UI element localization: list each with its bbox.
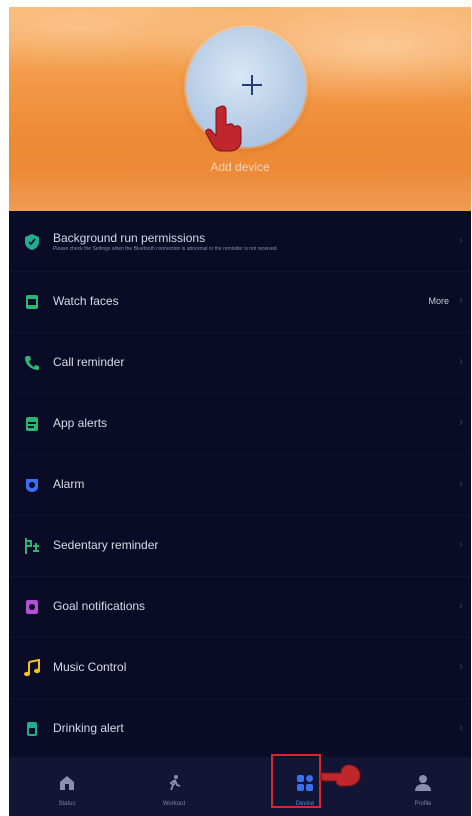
background-permissions-description: Please check the Settings when the Bluet…	[53, 246, 278, 252]
list-item-background-permissions[interactable]: Background run permissions Please check …	[9, 211, 471, 272]
person-icon	[415, 775, 431, 791]
music-control-label: Music Control	[53, 660, 127, 674]
app-alerts-label: App alerts	[53, 416, 108, 430]
list-item-goal-notifications[interactable]: Goal notifications ›	[9, 577, 471, 638]
chevron-right-icon: ›	[459, 537, 463, 551]
chevron-right-icon: ›	[459, 476, 463, 490]
music-note-icon	[23, 659, 41, 677]
list-item-music-control[interactable]: Music Control ›	[9, 638, 471, 699]
bottom-navigation: Status Workout Device Profile	[9, 757, 471, 816]
sedentary-icon	[23, 537, 41, 555]
home-icon	[60, 776, 74, 790]
chevron-right-icon: ›	[459, 415, 463, 429]
list-item-call-reminder[interactable]: Call reminder ›	[9, 333, 471, 394]
nav-tab-status[interactable]: Status	[21, 757, 113, 816]
nav-tab-profile-label: Profile	[414, 801, 432, 807]
phone-screen: Add device Background run permissions Pl…	[9, 7, 471, 816]
alarm-label: Alarm	[53, 477, 85, 491]
alarm-icon	[23, 476, 41, 494]
hand-pointer-icon	[320, 764, 361, 787]
goal-icon	[23, 598, 41, 616]
sedentary-reminder-label: Sedentary reminder	[53, 538, 159, 552]
list-item-drinking-alert[interactable]: Drinking alert ›	[9, 699, 471, 760]
chevron-right-icon: ›	[459, 720, 463, 734]
watch-faces-label: Watch faces	[53, 294, 119, 308]
add-device-label: Add device	[210, 160, 270, 174]
list-item-sedentary-reminder[interactable]: Sedentary reminder ›	[9, 516, 471, 577]
list-item-watch-faces[interactable]: Watch faces More ›	[9, 272, 471, 333]
background-permissions-label: Background run permissions	[53, 231, 206, 245]
plus-icon	[242, 75, 262, 95]
running-icon	[169, 775, 181, 791]
watch-faces-more-link[interactable]: More	[428, 296, 449, 306]
phone-icon	[23, 354, 41, 372]
drinking-alert-label: Drinking alert	[53, 721, 124, 735]
call-reminder-label: Call reminder	[53, 355, 125, 369]
device-tab-highlight	[271, 754, 321, 808]
list-item-app-alerts[interactable]: App alerts ›	[9, 394, 471, 455]
chevron-right-icon: ›	[459, 659, 463, 673]
shield-icon	[23, 233, 41, 251]
list-item-alarm[interactable]: Alarm ›	[9, 455, 471, 516]
app-alerts-icon	[23, 415, 41, 433]
nav-tab-status-label: Status	[58, 801, 76, 807]
chevron-right-icon: ›	[459, 233, 463, 247]
water-cup-icon	[23, 720, 41, 738]
settings-list: Background run permissions Please check …	[9, 211, 471, 760]
nav-tab-workout-label: Workout	[162, 801, 186, 807]
goal-notifications-label: Goal notifications	[53, 599, 146, 613]
chevron-right-icon: ›	[459, 598, 463, 612]
chevron-right-icon: ›	[459, 293, 463, 307]
hand-pointer-icon	[205, 105, 242, 152]
watch-face-icon	[23, 293, 41, 311]
nav-tab-workout[interactable]: Workout	[128, 757, 220, 816]
chevron-right-icon: ›	[459, 354, 463, 368]
nav-tab-profile[interactable]: Profile	[377, 757, 469, 816]
